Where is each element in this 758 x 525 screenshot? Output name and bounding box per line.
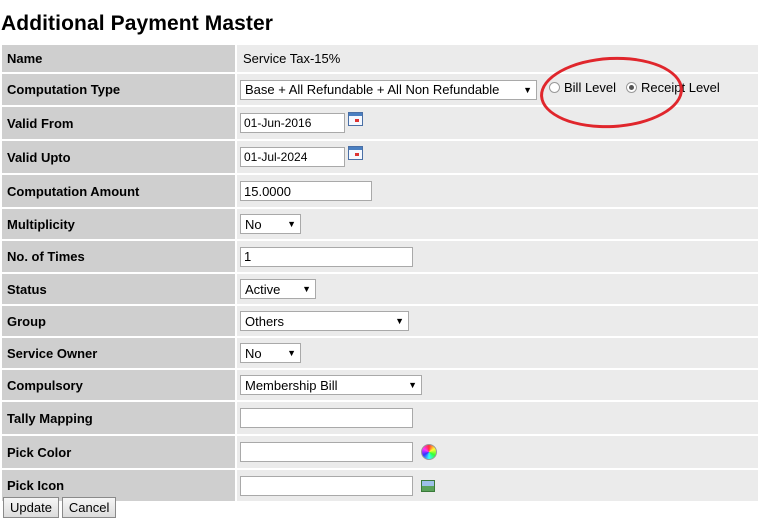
valid-from-input[interactable]: 01-Jun-2016 bbox=[240, 113, 345, 133]
update-button[interactable]: Update bbox=[3, 497, 59, 518]
row-no-of-times: No. of Times 1 bbox=[2, 241, 758, 272]
chevron-down-icon: ▼ bbox=[302, 284, 311, 294]
chevron-down-icon: ▼ bbox=[287, 219, 296, 229]
calendar-icon[interactable] bbox=[348, 146, 363, 160]
compulsory-select[interactable]: Membership Bill ▼ bbox=[240, 375, 422, 395]
valid-from-cell: 01-Jun-2016 bbox=[237, 107, 758, 139]
chevron-down-icon: ▼ bbox=[523, 84, 532, 95]
level-radio-group: Bill Level Receipt Level bbox=[549, 80, 730, 95]
row-service-owner: Service Owner No ▼ bbox=[2, 338, 758, 368]
status-select[interactable]: Active ▼ bbox=[240, 279, 316, 299]
row-status: Status Active ▼ bbox=[2, 274, 758, 304]
row-computation-amount: Computation Amount 15.0000 bbox=[2, 175, 758, 207]
row-pick-color: Pick Color bbox=[2, 436, 758, 468]
tally-mapping-cell bbox=[237, 402, 758, 434]
group-select[interactable]: Others ▼ bbox=[240, 311, 409, 331]
receipt-level-label: Receipt Level bbox=[641, 80, 720, 95]
group-label: Group bbox=[2, 306, 235, 336]
pick-color-input[interactable] bbox=[240, 442, 413, 462]
bill-level-label: Bill Level bbox=[564, 80, 617, 95]
calendar-icon[interactable] bbox=[348, 112, 363, 126]
tally-mapping-input[interactable] bbox=[240, 408, 413, 428]
multiplicity-label: Multiplicity bbox=[2, 209, 235, 239]
service-owner-select[interactable]: No ▼ bbox=[240, 343, 301, 363]
group-value: Others bbox=[245, 313, 285, 329]
chevron-down-icon: ▼ bbox=[395, 316, 404, 326]
row-multiplicity: Multiplicity No ▼ bbox=[2, 209, 758, 239]
chevron-down-icon: ▼ bbox=[287, 348, 296, 358]
page-title: Additional Payment Master bbox=[1, 12, 274, 35]
row-computation-type: Computation Type Base + All Refundable +… bbox=[2, 74, 758, 105]
group-cell: Others ▼ bbox=[237, 306, 758, 336]
multiplicity-select[interactable]: No ▼ bbox=[240, 214, 301, 234]
bill-level-radio[interactable] bbox=[549, 82, 560, 93]
multiplicity-cell: No ▼ bbox=[237, 209, 758, 239]
computation-type-value: Base + All Refundable + All Non Refundab… bbox=[245, 82, 500, 97]
computation-type-label: Computation Type bbox=[2, 74, 235, 105]
row-valid-from: Valid From 01-Jun-2016 bbox=[2, 107, 758, 139]
computation-amount-label: Computation Amount bbox=[2, 175, 235, 207]
valid-upto-label: Valid Upto bbox=[2, 141, 235, 173]
status-label: Status bbox=[2, 274, 235, 304]
row-tally-mapping: Tally Mapping bbox=[2, 402, 758, 434]
row-name: Name Service Tax-15% bbox=[2, 45, 758, 72]
status-value: Active bbox=[245, 281, 281, 297]
name-label: Name bbox=[2, 45, 235, 72]
valid-upto-cell: 01-Jul-2024 bbox=[237, 141, 758, 173]
computation-amount-cell: 15.0000 bbox=[237, 175, 758, 207]
no-of-times-label: No. of Times bbox=[2, 241, 235, 272]
computation-type-cell: Base + All Refundable + All Non Refundab… bbox=[237, 74, 758, 105]
cancel-button[interactable]: Cancel bbox=[61, 497, 117, 518]
receipt-level-radio[interactable] bbox=[626, 82, 638, 93]
service-owner-label: Service Owner bbox=[2, 338, 235, 368]
payment-form: Name Service Tax-15% Computation Type Ba… bbox=[2, 45, 758, 503]
compulsory-cell: Membership Bill ▼ bbox=[237, 370, 758, 400]
color-wheel-icon[interactable] bbox=[421, 444, 437, 460]
row-valid-upto: Valid Upto 01-Jul-2024 bbox=[2, 141, 758, 173]
compulsory-value: Membership Bill bbox=[245, 377, 338, 393]
status-cell: Active ▼ bbox=[237, 274, 758, 304]
row-group: Group Others ▼ bbox=[2, 306, 758, 336]
pick-icon-cell bbox=[237, 470, 758, 501]
row-compulsory: Compulsory Membership Bill ▼ bbox=[2, 370, 758, 400]
computation-amount-input[interactable]: 15.0000 bbox=[240, 181, 372, 201]
form-actions: Update Cancel bbox=[3, 497, 119, 518]
pick-color-cell bbox=[237, 436, 758, 468]
name-value: Service Tax-15% bbox=[243, 51, 341, 66]
no-of-times-input[interactable]: 1 bbox=[240, 246, 413, 267]
multiplicity-value: No bbox=[245, 216, 262, 232]
tally-mapping-label: Tally Mapping bbox=[2, 402, 235, 434]
name-cell: Service Tax-15% bbox=[237, 45, 758, 72]
compulsory-label: Compulsory bbox=[2, 370, 235, 400]
pick-icon-input[interactable] bbox=[240, 475, 413, 496]
service-owner-cell: No ▼ bbox=[237, 338, 758, 368]
image-icon[interactable] bbox=[421, 479, 435, 492]
pick-color-label: Pick Color bbox=[2, 436, 235, 468]
valid-from-label: Valid From bbox=[2, 107, 235, 139]
no-of-times-cell: 1 bbox=[237, 241, 758, 272]
service-owner-value: No bbox=[245, 345, 262, 361]
computation-type-select[interactable]: Base + All Refundable + All Non Refundab… bbox=[240, 79, 537, 100]
valid-upto-input[interactable]: 01-Jul-2024 bbox=[240, 147, 345, 167]
chevron-down-icon: ▼ bbox=[408, 380, 417, 390]
